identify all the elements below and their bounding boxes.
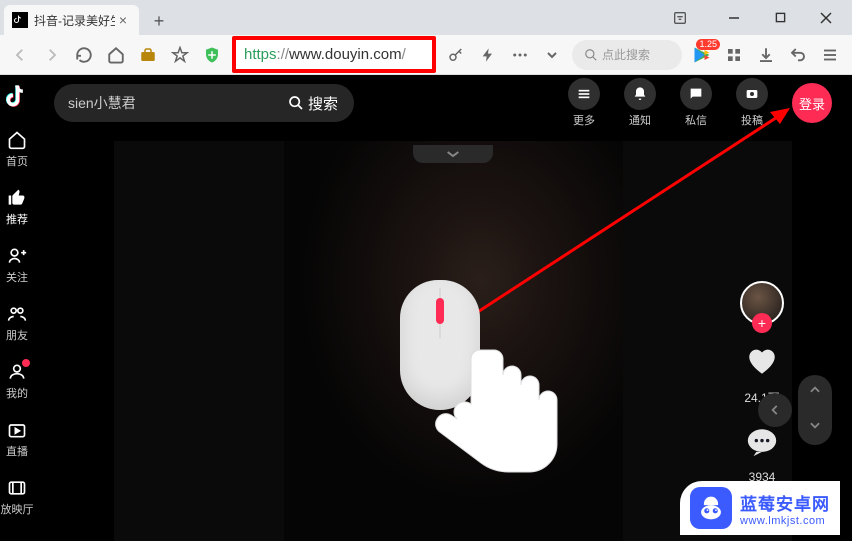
sidebar-label: 直播 bbox=[6, 443, 28, 459]
top-action-upload[interactable]: 投稿 bbox=[736, 78, 768, 128]
sidebar-item-home[interactable]: 首页 bbox=[6, 129, 28, 169]
browser-titlebar: 抖音-记录美好生活 × + bbox=[0, 0, 852, 35]
address-bar-highlight: https://www.douyin.com/ bbox=[232, 36, 436, 73]
like-button[interactable] bbox=[744, 343, 780, 379]
search-icon bbox=[288, 95, 304, 111]
url-domain: www.douyin.com bbox=[289, 46, 402, 63]
douyin-logo[interactable] bbox=[3, 83, 31, 111]
top-action-notifications[interactable]: 通知 bbox=[624, 78, 656, 128]
window-maximize-button[interactable] bbox=[758, 3, 802, 33]
sidebar-item-follow[interactable]: 关注 bbox=[6, 245, 28, 285]
nav-home-icon[interactable] bbox=[104, 43, 128, 67]
sidebar-item-cinema[interactable]: 放映厅 bbox=[1, 477, 34, 517]
url-sep: :// bbox=[277, 46, 290, 63]
sidebar-item-friends[interactable]: 朋友 bbox=[6, 303, 28, 343]
browser-toolbar: https://www.douyin.com/ 点此搜索 1.25 bbox=[0, 35, 852, 75]
menu-icon bbox=[568, 78, 600, 110]
left-sidebar: 首页 推荐 关注 朋友 我的 直播 放映厅 bbox=[0, 75, 34, 541]
nav-down-button[interactable] bbox=[808, 418, 822, 437]
url-path: / bbox=[402, 46, 406, 63]
user-plus-icon bbox=[6, 245, 28, 267]
sidebar-label: 朋友 bbox=[6, 327, 28, 343]
upload-icon bbox=[736, 78, 768, 110]
sidebar-item-mine[interactable]: 我的 bbox=[6, 361, 28, 401]
site-search-button[interactable]: 搜索 bbox=[278, 93, 348, 114]
window-close-button[interactable] bbox=[804, 3, 848, 33]
more-icon[interactable] bbox=[508, 43, 532, 67]
url-protocol: https bbox=[244, 46, 277, 63]
key-icon[interactable] bbox=[444, 43, 468, 67]
browser-tab[interactable]: 抖音-记录美好生活 × bbox=[4, 5, 139, 35]
grid-icon[interactable] bbox=[722, 43, 746, 67]
sidebar-label: 关注 bbox=[6, 269, 28, 285]
live-icon bbox=[6, 419, 28, 441]
login-label: 登录 bbox=[799, 94, 825, 113]
nav-prev-button[interactable] bbox=[758, 393, 792, 427]
notification-dot bbox=[22, 359, 30, 367]
window-minimize-button[interactable] bbox=[712, 3, 756, 33]
users-icon bbox=[6, 303, 28, 325]
tab-close-icon[interactable]: × bbox=[115, 12, 131, 28]
nav-briefcase-icon[interactable] bbox=[136, 43, 160, 67]
watermark: 蓝莓安卓网 www.lmkjst.com bbox=[680, 481, 840, 535]
nav-up-button[interactable] bbox=[808, 383, 822, 402]
watermark-title: 蓝莓安卓网 bbox=[740, 490, 830, 515]
download-icon[interactable] bbox=[754, 43, 778, 67]
top-action-messages[interactable]: 私信 bbox=[680, 78, 712, 128]
action-label: 投稿 bbox=[741, 112, 763, 128]
tab-favicon bbox=[12, 12, 28, 28]
action-label: 通知 bbox=[629, 112, 651, 128]
sidebar-item-live[interactable]: 直播 bbox=[6, 419, 28, 459]
filter-icon[interactable] bbox=[658, 3, 702, 33]
expand-tab[interactable] bbox=[413, 145, 493, 163]
tab-title: 抖音-记录美好生活 bbox=[34, 12, 115, 29]
sidebar-label: 推荐 bbox=[6, 211, 28, 227]
message-icon bbox=[680, 78, 712, 110]
nav-star-icon[interactable] bbox=[168, 43, 192, 67]
video-nav-pills bbox=[798, 375, 832, 445]
login-button[interactable]: 登录 bbox=[792, 83, 832, 123]
new-tab-button[interactable]: + bbox=[145, 7, 173, 35]
nav-forward-icon[interactable] bbox=[40, 43, 64, 67]
author-avatar-wrap[interactable]: + bbox=[740, 281, 784, 325]
search-button-label: 搜索 bbox=[308, 93, 338, 114]
chevron-down-icon[interactable] bbox=[540, 43, 564, 67]
site-topbar: sien小慧君 搜索 更多 通知 私信 投稿 登录 bbox=[34, 75, 852, 131]
sidebar-label: 我的 bbox=[6, 385, 28, 401]
comment-button[interactable] bbox=[744, 424, 780, 460]
search-icon bbox=[584, 48, 598, 62]
nav-reload-icon[interactable] bbox=[72, 43, 96, 67]
action-label: 私信 bbox=[685, 112, 707, 128]
cinema-icon bbox=[6, 477, 28, 499]
mouse-scroll-graphic bbox=[400, 280, 480, 410]
undo-icon[interactable] bbox=[786, 43, 810, 67]
sidebar-label: 放映厅 bbox=[1, 501, 34, 517]
follow-button[interactable]: + bbox=[752, 313, 772, 333]
badge-count: 1.25 bbox=[696, 39, 720, 50]
browser-search-box[interactable]: 点此搜索 bbox=[572, 40, 682, 70]
bell-icon bbox=[624, 78, 656, 110]
action-label: 更多 bbox=[573, 112, 595, 128]
home-icon bbox=[6, 129, 28, 151]
top-action-more[interactable]: 更多 bbox=[568, 78, 600, 128]
site-search-box[interactable]: sien小慧君 搜索 bbox=[54, 84, 354, 122]
search-placeholder: 点此搜索 bbox=[602, 46, 650, 63]
sidebar-label: 首页 bbox=[6, 153, 28, 169]
menu-icon[interactable] bbox=[818, 43, 842, 67]
sidebar-item-recommend[interactable]: 推荐 bbox=[6, 187, 28, 227]
watermark-url: www.lmkjst.com bbox=[740, 515, 830, 527]
thumbs-up-icon bbox=[6, 187, 28, 209]
play-store-icon[interactable]: 1.25 bbox=[690, 43, 714, 67]
address-bar[interactable]: https://www.douyin.com/ bbox=[244, 46, 424, 63]
watermark-icon bbox=[690, 487, 732, 529]
search-text: sien小慧君 bbox=[68, 93, 278, 113]
bolt-icon[interactable] bbox=[476, 43, 500, 67]
nav-back-icon[interactable] bbox=[8, 43, 32, 67]
nav-shield-icon[interactable] bbox=[200, 43, 224, 67]
